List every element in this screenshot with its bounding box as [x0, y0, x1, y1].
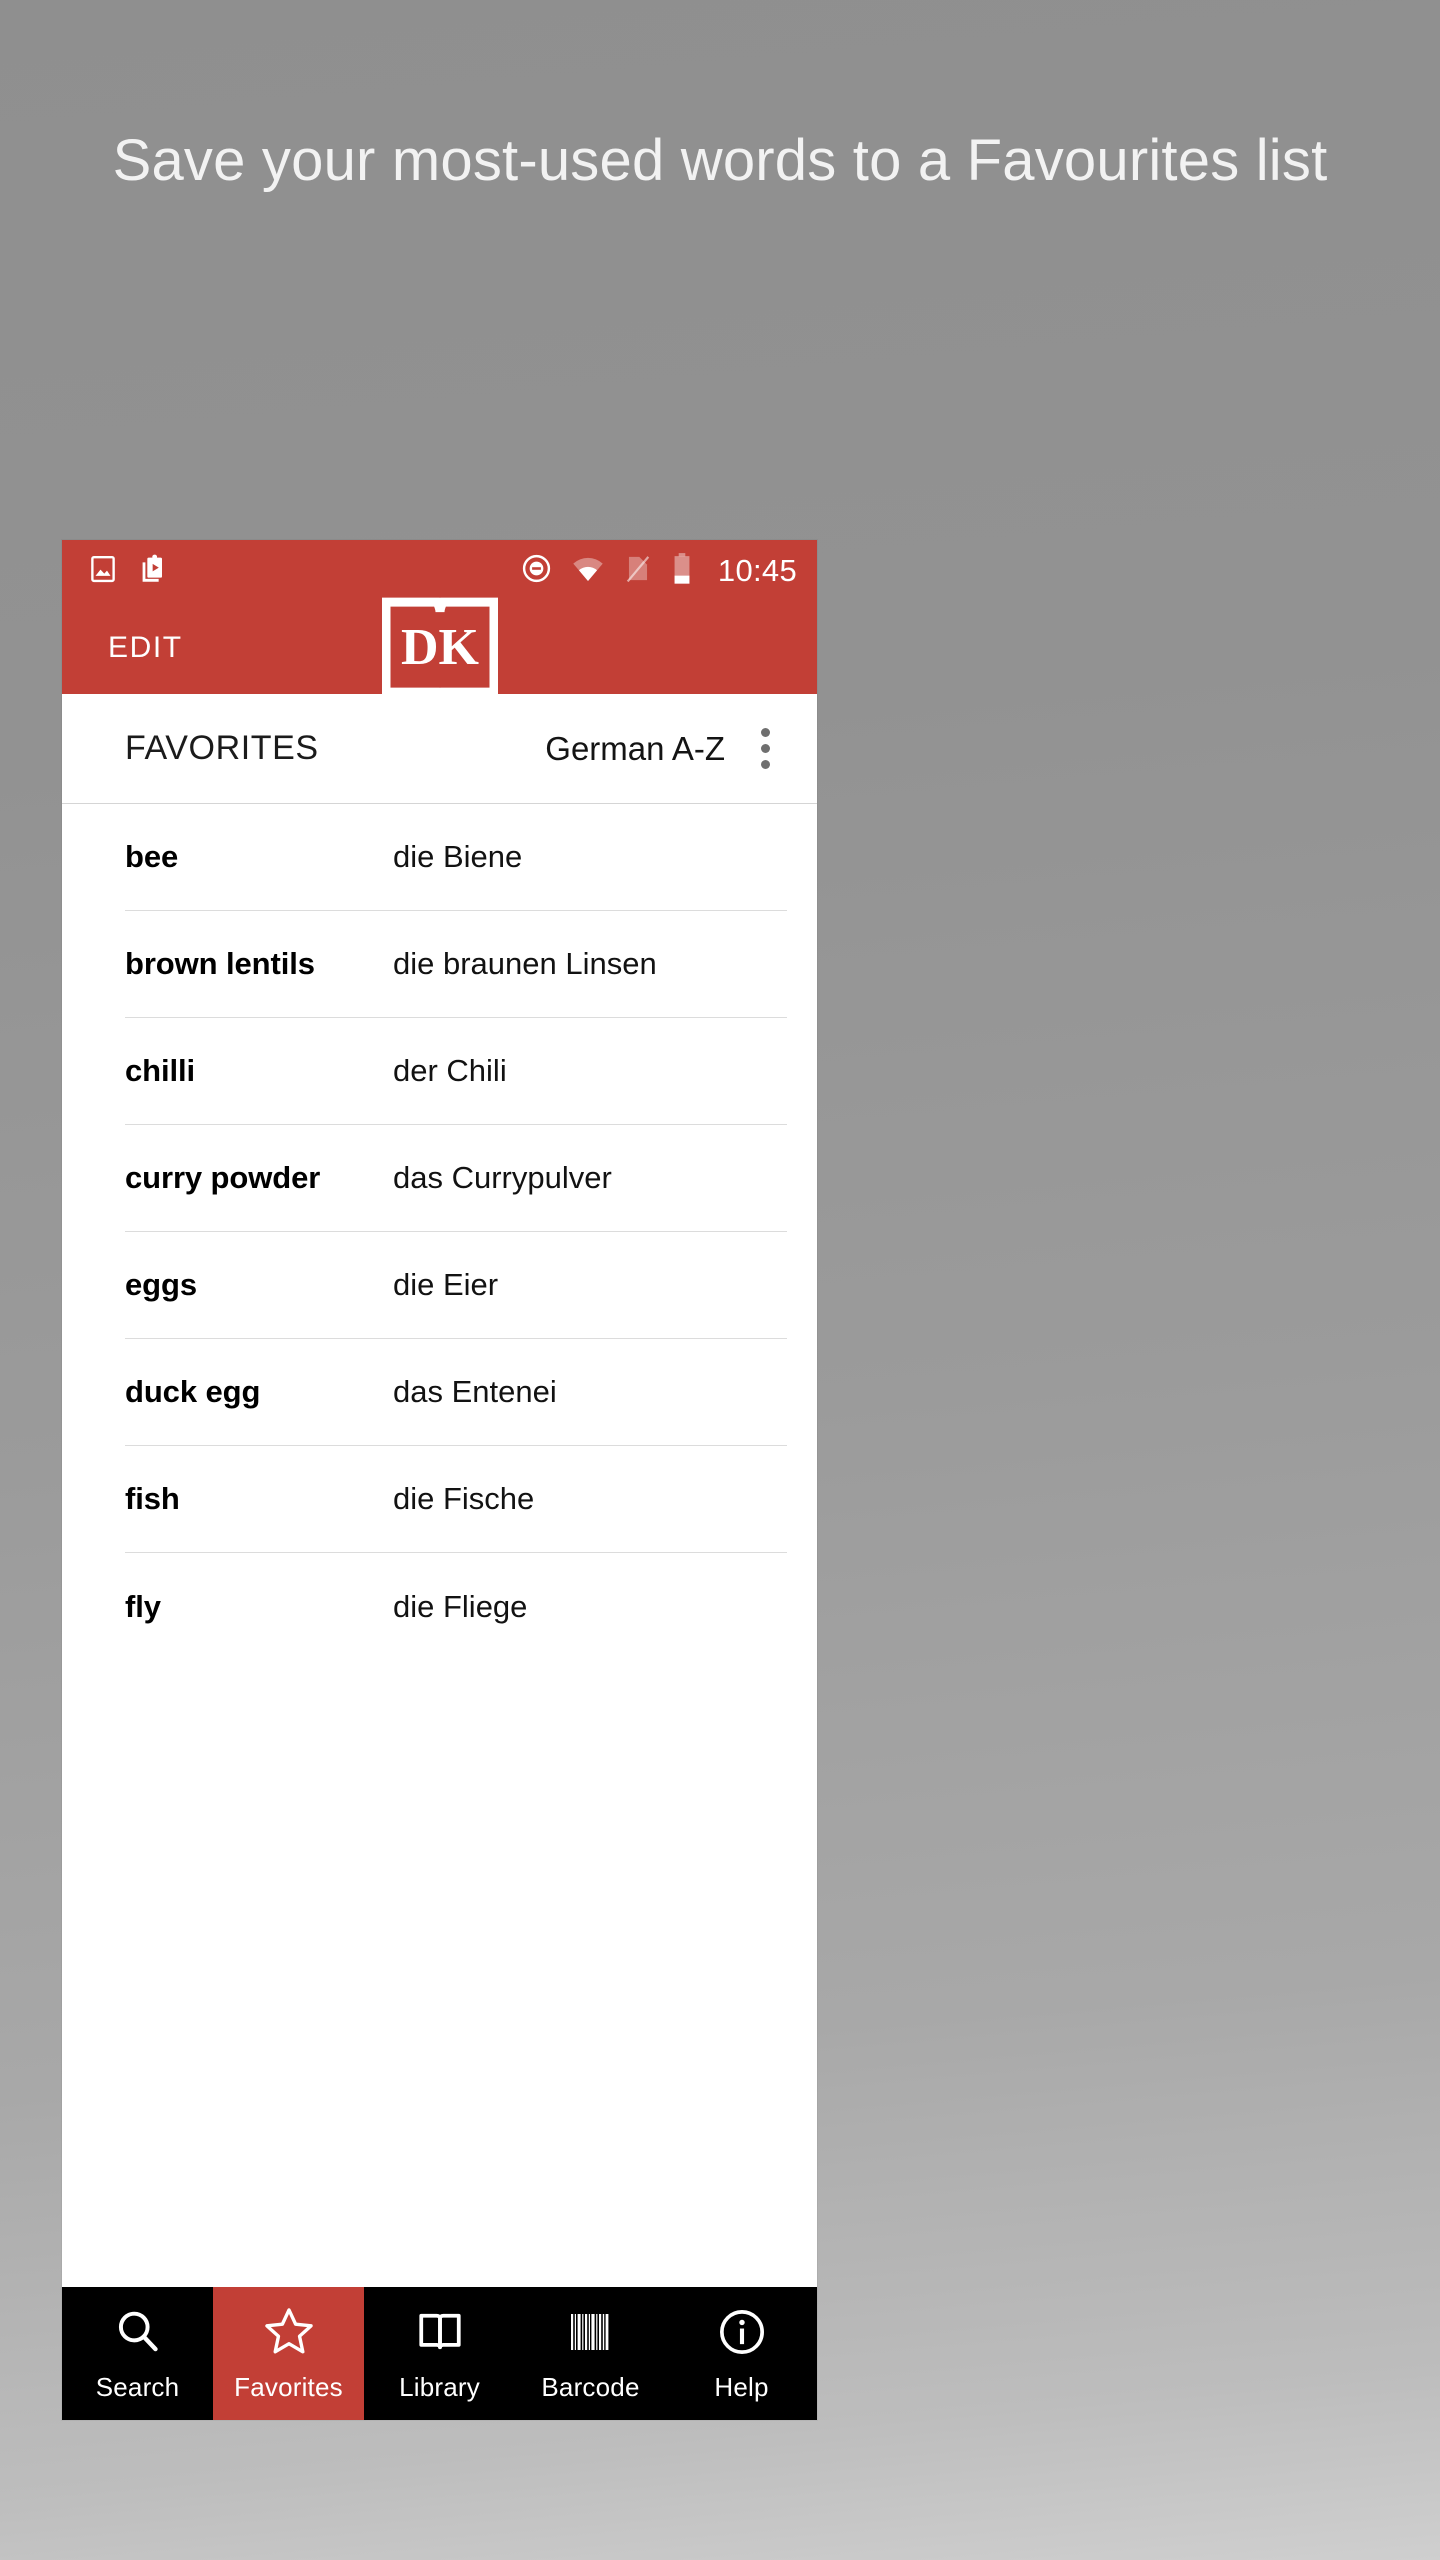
kebab-menu-icon[interactable] — [743, 723, 787, 775]
term-english: bee — [125, 839, 179, 874]
term-german: die Eier — [393, 1267, 499, 1302]
term-german: das Currypulver — [393, 1160, 612, 1195]
table-row[interactable]: fly die Fliege — [125, 1553, 787, 1660]
table-row[interactable]: bee die Biene — [125, 804, 787, 911]
tab-label: Favorites — [234, 2371, 343, 2402]
term-german: die Fliege — [393, 1588, 528, 1624]
image-icon — [88, 554, 118, 589]
term-german: der Chili — [393, 1053, 507, 1088]
status-bar-left-icons — [88, 553, 170, 590]
battery-low-icon — [671, 552, 693, 590]
tab-label: Library — [399, 2371, 480, 2402]
sub-header-actions: German A-Z — [545, 723, 787, 775]
table-row[interactable]: brown lentils die braunen Linsen — [125, 911, 787, 1018]
status-bar-clock: 10:45 — [717, 553, 797, 588]
bottom-navigation: Search Favorites Library Barcode Help — [62, 2287, 817, 2420]
term-english: eggs — [125, 1267, 197, 1302]
term-english: chilli — [125, 1053, 196, 1088]
page-title: FAVORITES — [125, 729, 319, 767]
media-clip-icon — [138, 553, 170, 590]
tab-favorites[interactable]: Favorites — [213, 2287, 364, 2420]
term-german: das Entenei — [393, 1374, 557, 1409]
table-row[interactable]: curry powder das Currypulver — [125, 1125, 787, 1232]
sub-header: FAVORITES German A-Z — [62, 694, 817, 804]
status-bar-right-icons: 10:45 — [521, 552, 797, 591]
term-german: die Biene — [393, 839, 523, 874]
term-english: duck egg — [125, 1374, 261, 1409]
tab-barcode[interactable]: Barcode — [515, 2287, 666, 2420]
term-english: fly — [125, 1588, 161, 1624]
promo-headline: Save your most-used words to a Favourite… — [112, 128, 1328, 193]
open-book-icon — [414, 2305, 466, 2359]
tab-help[interactable]: Help — [666, 2287, 817, 2420]
tab-search[interactable]: Search — [62, 2287, 213, 2420]
do-not-disturb-icon — [521, 553, 552, 589]
edit-button[interactable]: EDIT — [94, 621, 197, 675]
favorites-list: bee die Biene brown lentils die braunen … — [62, 804, 817, 2287]
tab-label: Barcode — [541, 2371, 640, 2402]
wifi-icon — [571, 552, 605, 591]
table-row[interactable]: chilli der Chili — [125, 1018, 787, 1125]
status-bar: 10:45 — [62, 540, 817, 602]
svg-text:DK: DK — [401, 619, 480, 676]
info-circle-icon — [716, 2305, 768, 2359]
language-selector[interactable]: German A-Z — [545, 730, 725, 768]
term-german: die braunen Linsen — [393, 946, 657, 981]
term-german: die Fische — [393, 1481, 535, 1516]
term-english: brown lentils — [125, 946, 315, 981]
barcode-icon — [566, 2305, 616, 2359]
star-icon — [261, 2305, 317, 2359]
app-bar: EDIT DK — [62, 597, 817, 703]
term-english: fish — [125, 1481, 180, 1516]
no-sim-icon — [624, 553, 652, 589]
term-english: curry powder — [125, 1160, 321, 1195]
tab-label: Help — [714, 2371, 769, 2402]
phone-screenshot: 10:45 EDIT DK FAVORITES German A-Z bee d… — [62, 540, 817, 2420]
table-row[interactable]: fish die Fische — [125, 1446, 787, 1553]
dk-logo: DK — [381, 596, 498, 704]
table-row[interactable]: duck egg das Entenei — [125, 1339, 787, 1446]
table-row[interactable]: eggs die Eier — [125, 1232, 787, 1339]
tab-label: Search — [95, 2371, 180, 2402]
magnifier-icon — [113, 2305, 163, 2359]
tab-library[interactable]: Library — [364, 2287, 515, 2420]
